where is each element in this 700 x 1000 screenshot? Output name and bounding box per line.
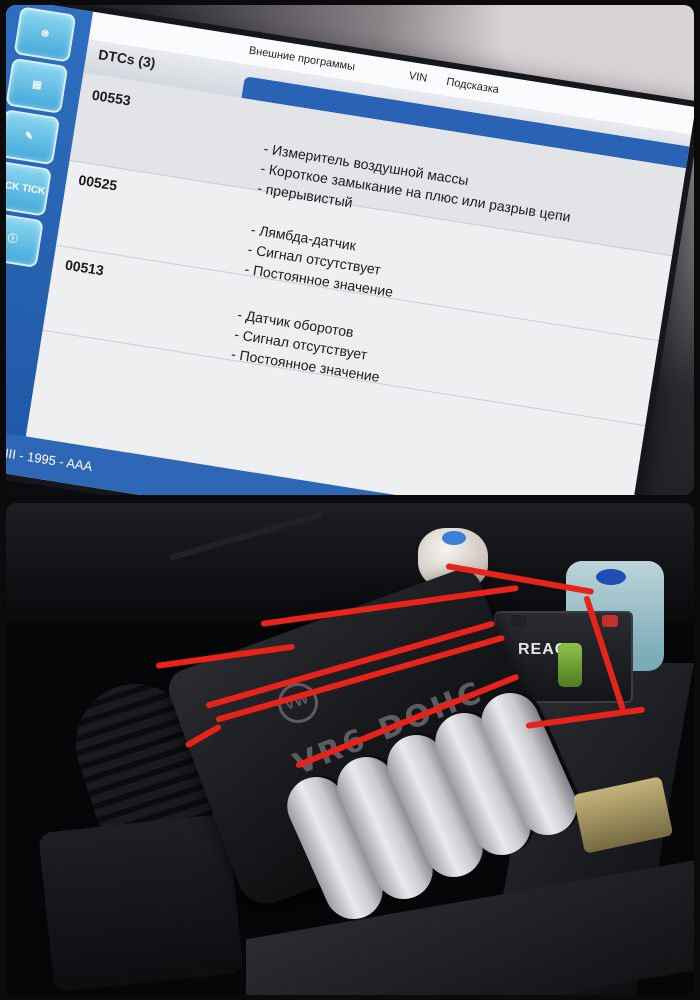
coolant-cap: [442, 531, 466, 545]
erase-fault-codes-icon[interactable]: ⊗: [13, 6, 77, 63]
tools-icon[interactable]: ✎: [6, 109, 61, 166]
print-icon[interactable]: ▤: [6, 57, 69, 114]
dtc-description: - Датчик оборотов - Сигнал отсутствует -…: [230, 306, 381, 385]
dtc-code: 00525: [77, 171, 119, 194]
laptop-screen-tilted: ⊗ ▤ ✎ TICK TICK ⓘ Внешние программы VIN …: [6, 5, 694, 495]
engine-bay-photo: REACT VR6-DOHC: [6, 503, 694, 995]
dtc-code: 00513: [63, 256, 105, 279]
oil-filler-cap: [558, 643, 582, 687]
air-filter-box: [38, 813, 244, 993]
tick-tick-icon[interactable]: TICK TICK: [6, 160, 52, 217]
battery-terminal: [602, 615, 618, 627]
menu-hint[interactable]: Подсказка: [446, 76, 500, 96]
battery-terminal: [511, 615, 527, 627]
washer-cap: [596, 569, 626, 585]
dtc-code: 00553: [90, 86, 132, 109]
info-icon[interactable]: ⓘ: [6, 211, 44, 268]
diagnostic-window: ⊗ ▤ ✎ TICK TICK ⓘ Внешние программы VIN …: [6, 5, 694, 495]
menu-vin[interactable]: VIN: [408, 70, 428, 85]
diagnostic-screen-photo: ⊗ ▤ ✎ TICK TICK ⓘ Внешние программы VIN …: [6, 5, 694, 495]
photo-collage: ⊗ ▤ ✎ TICK TICK ⓘ Внешние программы VIN …: [0, 0, 700, 1000]
